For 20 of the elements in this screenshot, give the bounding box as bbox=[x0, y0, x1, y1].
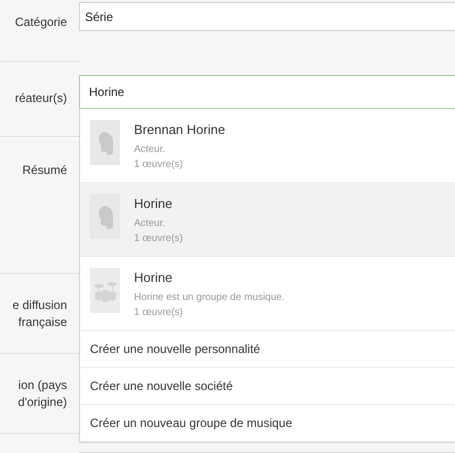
category-field[interactable]: Série bbox=[79, 2, 455, 31]
works-count: 1 œuvre(s) bbox=[134, 159, 184, 170]
suggestion-name: Horine bbox=[134, 270, 174, 285]
field-label: Résumé bbox=[22, 162, 67, 179]
field-label: e diffusion française bbox=[12, 296, 67, 331]
field-label: réateur(s) bbox=[14, 90, 67, 108]
works-count: 1 œuvre(s) bbox=[134, 233, 183, 244]
drum-kit-icon bbox=[90, 268, 120, 313]
suggestion-item[interactable]: Horine Acteur. 1 œuvre(s) bbox=[80, 183, 455, 257]
person-silhouette-icon bbox=[90, 194, 120, 239]
suggestion-name: Brennan Horine bbox=[134, 122, 226, 137]
suggestion-description: Acteur. bbox=[134, 144, 166, 155]
suggestion-description: Acteur. bbox=[134, 218, 166, 229]
field-label: ion (pays d'origine) bbox=[18, 376, 67, 411]
person-silhouette-icon bbox=[90, 120, 120, 165]
creator-search-field[interactable]: Horine bbox=[79, 75, 455, 109]
suggestion-name: Horine bbox=[134, 196, 174, 211]
suggestion-description: Horine est un groupe de musique. bbox=[134, 292, 285, 303]
works-count: 1 œuvre(s) bbox=[134, 307, 184, 318]
field-label: Catégorie bbox=[14, 14, 67, 31]
